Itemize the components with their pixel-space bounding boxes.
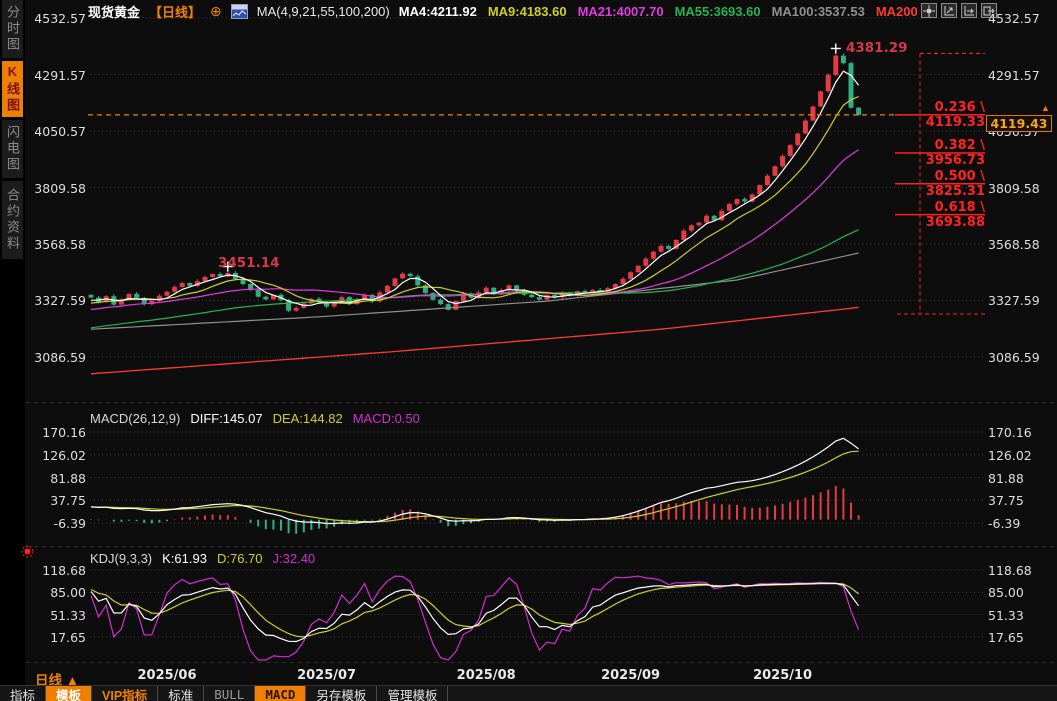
axis-tick: 37.75 — [988, 493, 1054, 508]
fib-level-label: 0.236 \ 4119.33 — [893, 100, 985, 130]
toolbar-item-管理模板[interactable]: 管理模板 — [377, 686, 448, 701]
ma-value: MA21:4007.70 — [578, 4, 664, 19]
axis-tick: 3086.59 — [24, 350, 86, 365]
june-peak-annotation: 3451.14 — [218, 255, 280, 271]
toolbar-item-标准[interactable]: 标准 — [158, 686, 204, 701]
axis-tick: 4532.57 — [24, 11, 86, 26]
axis-tick: 118.68 — [988, 563, 1054, 578]
sidebar: 分时图 K线图闪电图合约资料 — [0, 0, 25, 701]
month-label: 2025/07 — [292, 668, 362, 683]
axis-tick: 3086.59 — [988, 350, 1054, 365]
axis-tick: 51.33 — [24, 608, 86, 623]
axis-tick: 3568.58 — [988, 237, 1054, 252]
current-price-tag: 4119.43 — [986, 115, 1052, 132]
macd-hist-value: MACD:0.50 — [353, 411, 420, 426]
toolbar-item-MACD[interactable]: MACD — [255, 686, 306, 701]
axis-tick: 4291.57 — [24, 68, 86, 83]
trading-app-window: 分时图 K线图闪电图合约资料 现货黄金 【日线】 ⊕ MA(4,9,21,55,1… — [0, 0, 1057, 701]
pan-axis-icon[interactable] — [961, 3, 977, 18]
axis-tick: 85.00 — [988, 585, 1054, 600]
chart-toolbuttons — [921, 3, 997, 18]
month-label: 2025/08 — [451, 668, 521, 683]
toolbar-item-另存模板[interactable]: 另存模板 — [306, 686, 377, 701]
axis-tick: 17.65 — [24, 630, 86, 645]
ma-value: MA4:4211.92 — [399, 4, 477, 19]
macd-header: MACD(26,12,9) DIFF:145.07 DEA:144.82 MAC… — [90, 411, 420, 426]
axis-tick: 118.68 — [24, 563, 86, 578]
ma-value: MA100:3537.53 — [772, 4, 865, 19]
month-label: 2025/09 — [596, 668, 666, 683]
macd-params: MACD(26,12,9) — [90, 411, 180, 426]
fib-level-label: 0.618 \ 3693.88 — [893, 200, 985, 230]
ma-value: MA55:3693.60 — [675, 4, 761, 19]
kdj-d-value: D:76.70 — [217, 551, 263, 566]
sidebar-tab-minute-chart[interactable]: 分时图 — [2, 0, 23, 58]
axis-tick: 126.02 — [988, 448, 1054, 463]
axis-tick: 4050.57 — [24, 124, 86, 139]
macd-diff-value: DIFF:145.07 — [190, 411, 262, 426]
sidebar-tab-contract-info[interactable]: 合约资料 — [2, 181, 23, 259]
axis-tick: 17.65 — [988, 630, 1054, 645]
toolbar-item-BULL[interactable]: BULL — [204, 686, 255, 701]
price-marker-icon: ▲ — [1041, 103, 1050, 113]
indicator-marker-icon[interactable] — [21, 545, 34, 558]
add-indicator-icon[interactable]: ⊕ — [210, 4, 222, 18]
sidebar-tab-lightning-chart[interactable]: 闪电图 — [2, 120, 23, 178]
axis-tick: 126.02 — [24, 448, 86, 463]
toolbar-item-模板[interactable]: 模板 — [46, 686, 92, 701]
fib-level-label: 0.500 \ 3825.31 — [893, 169, 985, 199]
toolbar-item-指标[interactable]: 指标 — [0, 686, 46, 701]
symbol-name: 现货黄金 — [88, 2, 140, 20]
ma-value: MA9:4183.60 — [488, 4, 567, 19]
fib-level-label: 0.382 \ 3956.73 — [893, 138, 985, 168]
macd-dea-value: DEA:144.82 — [273, 411, 343, 426]
zoom-axis-icon[interactable] — [941, 3, 957, 18]
axis-tick: 3809.58 — [24, 181, 86, 196]
month-label: 2025/06 — [132, 668, 202, 683]
axis-tick: 81.88 — [24, 471, 86, 486]
kdj-k-value: K:61.93 — [162, 551, 207, 566]
axis-tick: 81.88 — [988, 471, 1054, 486]
ma-settings-label: MA(4,9,21,55,100,200) — [257, 4, 390, 19]
axis-tick: -6.39 — [988, 516, 1054, 531]
kdj-params: KDJ(9,3,3) — [90, 551, 152, 566]
axis-tick: 51.33 — [988, 608, 1054, 623]
period-badge[interactable]: 【日线】 — [149, 2, 201, 20]
axis-tick: 3809.58 — [988, 181, 1054, 196]
toolbar-item-VIP指标[interactable]: VIP指标 — [92, 686, 158, 701]
axis-tick: 37.75 — [24, 493, 86, 508]
axis-tick: 170.16 — [988, 425, 1054, 440]
ma-readouts: MA4:4211.92 MA9:4183.60 MA21:4007.70 MA55:3… — [399, 4, 918, 19]
sidebar-tab-kline-chart[interactable]: K线图 — [2, 61, 23, 117]
kdj-j-value: J:32.40 — [273, 551, 316, 566]
kdj-header: KDJ(9,3,3) K:61.93 D:76.70 J:32.40 — [90, 551, 315, 566]
axis-tick: 3568.58 — [24, 237, 86, 252]
month-label: 2025/10 — [748, 668, 818, 683]
peak-price-annotation: 4381.29 — [846, 40, 908, 56]
axis-tick: 85.00 — [24, 585, 86, 600]
axis-tick: 3327.59 — [988, 293, 1054, 308]
crosshair-icon[interactable] — [921, 3, 937, 18]
chart-style-icon[interactable] — [231, 4, 248, 19]
bottom-toolbar: 指标模板VIP指标标准BULLMACD另存模板管理模板 — [0, 685, 1057, 701]
axis-tick: 170.16 — [24, 425, 86, 440]
ma-value: MA200:33 — [876, 4, 918, 19]
axis-tick: 4291.57 — [988, 68, 1054, 83]
axis-tick: -6.39 — [24, 516, 86, 531]
axis-tick: 4532.57 — [988, 11, 1054, 26]
axis-tick: 3327.59 — [24, 293, 86, 308]
topbar: 现货黄金 【日线】 ⊕ MA(4,9,21,55,100,200) MA4:42… — [88, 2, 918, 20]
